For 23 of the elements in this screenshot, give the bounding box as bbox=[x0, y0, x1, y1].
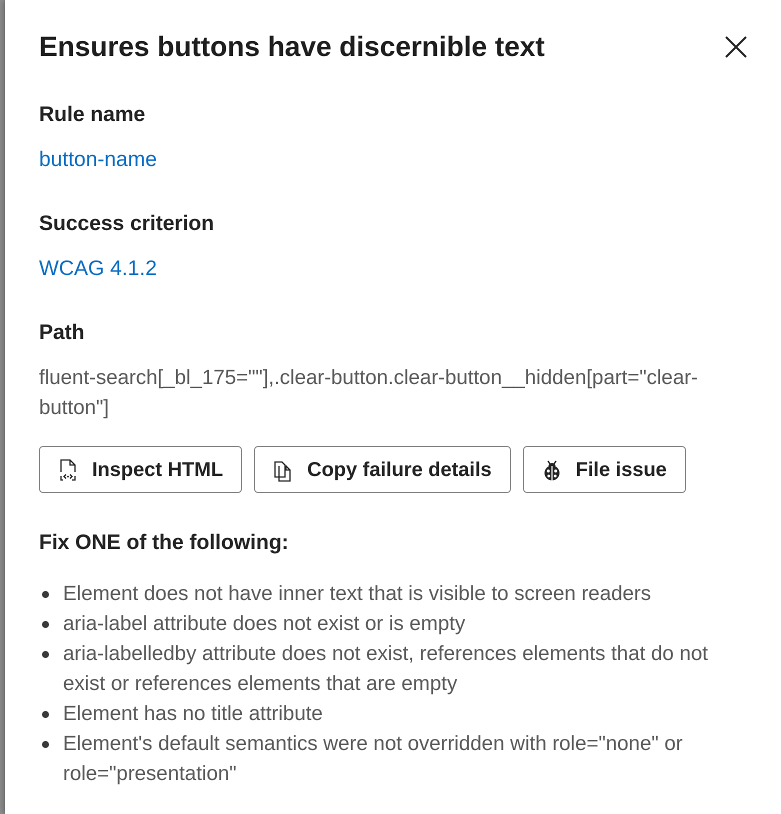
bullet-icon bbox=[42, 651, 49, 658]
bullet-icon bbox=[42, 711, 49, 718]
bullet-icon bbox=[42, 591, 49, 598]
section-heading: Rule name bbox=[39, 102, 146, 128]
action-button[interactable]: Copy failure details bbox=[254, 446, 511, 493]
fix-heading: Fix ONE of the following: bbox=[39, 530, 290, 556]
action-button[interactable]: File issue bbox=[522, 446, 686, 493]
fix-item-text: Element has no title attribute bbox=[63, 701, 323, 727]
dialog-title: Ensures buttons have discernible text bbox=[39, 30, 545, 64]
code-document-icon bbox=[58, 458, 78, 482]
fix-item-text: Element does not have inner text that is visible to screen readers bbox=[63, 581, 651, 607]
section-heading: Path bbox=[39, 320, 86, 346]
section-heading: Success criterion bbox=[39, 211, 216, 237]
bullet-icon bbox=[42, 741, 49, 748]
action-button[interactable]: Inspect HTML bbox=[39, 446, 242, 493]
close-icon[interactable] bbox=[725, 36, 747, 58]
fix-item-text: aria-labelledby attribute does not exist, references elements that do not exist or references elements that are empty bbox=[63, 641, 709, 697]
fix-item-text: aria-label attribute does not exist or is empty bbox=[63, 611, 466, 637]
bullet-icon bbox=[42, 621, 49, 628]
rule-link[interactable]: button-name bbox=[39, 145, 157, 175]
rule-link[interactable]: WCAG 4.1.2 bbox=[39, 254, 157, 284]
path-text: fluent-search[_bl_175=""],.clear-button.clear-button__hidden[part="clear-button"] bbox=[39, 365, 699, 421]
fix-item-text: Element's default semantics were not overridden with role="none" or role="presentation" bbox=[63, 731, 684, 787]
